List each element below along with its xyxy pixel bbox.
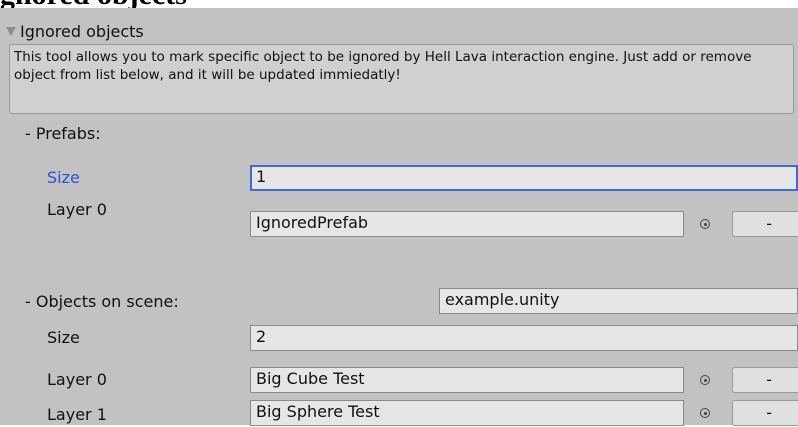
object-picker-icon[interactable]	[695, 368, 715, 392]
foldout-label: Ignored objects	[20, 21, 144, 41]
prefabs-size-input[interactable]: 1	[250, 165, 798, 191]
remove-prefab-button[interactable]: -	[732, 211, 798, 237]
scene-size-label: Size	[47, 328, 80, 347]
remove-scene-object-button[interactable]: -	[732, 400, 798, 426]
foldout-arrow-icon[interactable]	[6, 26, 16, 36]
scene-size-input[interactable]: 2	[250, 325, 798, 351]
object-picker-icon[interactable]	[695, 212, 715, 236]
help-box: This tool allows you to mark specific ob…	[9, 44, 794, 114]
prefabs-label: - Prefabs:	[25, 124, 101, 143]
scene-layer-0-field[interactable]: Big Cube Test	[250, 367, 684, 393]
prefabs-size-label: Size	[47, 168, 80, 187]
object-picker-icon[interactable]	[695, 401, 715, 425]
remove-scene-object-button[interactable]: -	[732, 367, 798, 393]
ignored-objects-foldout[interactable]: Ignored objects	[6, 18, 144, 44]
inspector-panel: Ignored objects This tool allows you to …	[0, 8, 798, 426]
prefab-layer-0-label: Layer 0	[47, 200, 107, 219]
page-heading: gnored objects	[0, 0, 798, 8]
scene-layer-0-label: Layer 0	[47, 370, 107, 389]
scene-name-field: example.unity	[439, 288, 798, 314]
scene-layer-1-field[interactable]: Big Sphere Test	[250, 400, 684, 426]
prefab-layer-0-field[interactable]: IgnoredPrefab	[250, 211, 684, 237]
scene-objects-label: - Objects on scene:	[25, 292, 179, 311]
scene-layer-1-label: Layer 1	[47, 405, 107, 424]
